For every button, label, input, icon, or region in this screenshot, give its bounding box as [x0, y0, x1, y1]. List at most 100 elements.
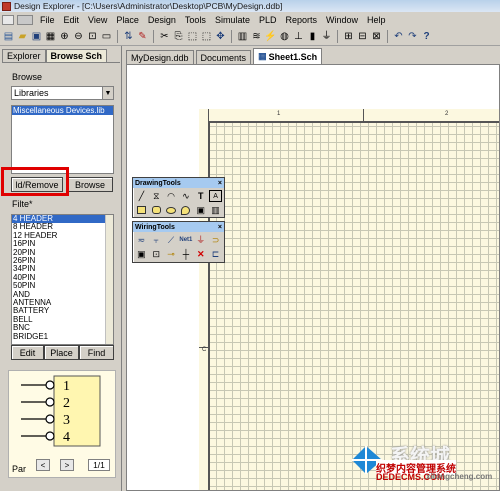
open-icon[interactable]: ▰: [16, 30, 29, 43]
pin-label: 2: [63, 396, 70, 411]
menu-pld[interactable]: PLD: [255, 14, 281, 26]
place-button[interactable]: Place: [44, 345, 79, 360]
toolbar-separator: [387, 30, 388, 43]
zoom-out-icon[interactable]: ⊖: [72, 30, 85, 43]
menu-reports[interactable]: Reports: [281, 14, 321, 26]
pin-label: 3: [63, 413, 70, 428]
palette-title-bar[interactable]: WiringTools ×: [133, 222, 224, 232]
menu-file[interactable]: File: [36, 14, 59, 26]
net-label-icon[interactable]: Net1: [179, 234, 192, 246]
tab-browse-sch[interactable]: Browse Sch: [45, 49, 108, 62]
menu-view[interactable]: View: [84, 14, 111, 26]
filter-value[interactable]: *: [29, 199, 33, 209]
cut-icon[interactable]: ✂: [158, 30, 171, 43]
component-icon[interactable]: ⊏: [209, 248, 222, 260]
up-down-hierarchy-icon[interactable]: ⇅: [122, 30, 135, 43]
digital-objects-icon[interactable]: ▮: [306, 30, 319, 43]
component-list[interactable]: 4 HEADER 8 HEADER 12 HEADER 16PIN 20PIN …: [11, 214, 114, 345]
line-icon[interactable]: ╱: [135, 190, 148, 202]
port-icon[interactable]: ⊃: [209, 234, 222, 246]
zoom-fit-icon[interactable]: ⊡: [86, 30, 99, 43]
array-icon[interactable]: ▥: [209, 204, 222, 216]
rectangle-icon[interactable]: [135, 204, 148, 216]
menu-help[interactable]: Help: [363, 14, 390, 26]
list-scrollbar[interactable]: [105, 215, 113, 344]
power-port-icon[interactable]: ⊸: [165, 248, 178, 260]
zone-label: 1: [277, 111, 281, 117]
tab-documents[interactable]: Documents: [195, 50, 252, 64]
no-erc-icon[interactable]: ✕: [194, 248, 207, 260]
zoom-in-icon[interactable]: ⊕: [58, 30, 71, 43]
fit-document-icon[interactable]: ⊟: [356, 30, 369, 43]
doc-control-icon[interactable]: [2, 15, 14, 25]
polygon-icon[interactable]: ⧖: [150, 190, 163, 202]
pld-icon[interactable]: ◍: [278, 30, 291, 43]
cross-probe-icon[interactable]: ✎: [136, 30, 149, 43]
pie-icon[interactable]: [179, 204, 192, 216]
arrow-menu-icon[interactable]: [17, 15, 33, 25]
menu-simulate[interactable]: Simulate: [211, 14, 254, 26]
chevron-down-icon[interactable]: ▼: [102, 87, 113, 99]
wire-icon[interactable]: ≂: [135, 234, 148, 246]
wiring-tools-icon[interactable]: ≋: [250, 30, 263, 43]
bus-entry-icon[interactable]: ⟋: [165, 234, 178, 246]
sheet-entry-icon[interactable]: ⊡: [150, 248, 163, 260]
arc-icon[interactable]: ◠: [165, 190, 178, 202]
select-area-icon[interactable]: ⬚: [186, 30, 199, 43]
save-icon[interactable]: ▣: [30, 30, 43, 43]
menu-design[interactable]: Design: [144, 14, 180, 26]
zoom-area-icon[interactable]: ⊠: [370, 30, 383, 43]
text-frame-icon[interactable]: A: [209, 190, 222, 202]
sheet-icon[interactable]: ▭: [100, 30, 113, 43]
menu-window[interactable]: Window: [322, 14, 362, 26]
drawing-tools-icon[interactable]: ▥: [236, 30, 249, 43]
ground-icon[interactable]: ⏚: [194, 234, 207, 246]
browse-type-select[interactable]: Libraries ▼: [11, 86, 114, 100]
sheet-symbol-icon[interactable]: ▣: [135, 248, 148, 260]
graphic-icon[interactable]: ▣: [194, 204, 207, 216]
tab-label: Sheet1.Sch: [268, 51, 318, 62]
tab-sheet1[interactable]: ▦ Sheet1.Sch: [253, 48, 323, 64]
list-item[interactable]: BRIDGE1: [12, 332, 113, 341]
schematic-canvas[interactable]: 1 2 C: [126, 64, 500, 491]
library-list[interactable]: Miscellaneous Devices.lib: [11, 105, 114, 174]
menu-place[interactable]: Place: [112, 14, 143, 26]
junction-icon[interactable]: ┼: [179, 248, 192, 260]
highlight-box: [1, 167, 69, 196]
redo-icon[interactable]: ↷: [406, 30, 419, 43]
app-icon: [2, 1, 11, 11]
part-page-indicator: 1/1: [88, 459, 110, 471]
paste-icon[interactable]: ⎘: [172, 30, 185, 43]
tab-mydesign[interactable]: MyDesign.ddb: [126, 50, 194, 64]
find-button[interactable]: Find: [79, 345, 114, 360]
move-icon[interactable]: ✥: [214, 30, 227, 43]
close-icon[interactable]: ×: [218, 224, 224, 231]
menu-tools[interactable]: Tools: [181, 14, 210, 26]
browse-button[interactable]: Browse: [67, 177, 113, 192]
ellipse-icon[interactable]: [165, 204, 178, 216]
pld-toolbar-icon[interactable]: ⊞: [342, 30, 355, 43]
print-icon[interactable]: ▦: [44, 30, 57, 43]
deselect-icon[interactable]: ⬚: [200, 30, 213, 43]
filter-label: Filte*: [12, 199, 33, 209]
text-icon[interactable]: T: [194, 190, 207, 202]
simulate-icon[interactable]: ⚡: [264, 30, 277, 43]
help-icon[interactable]: ?: [420, 30, 433, 43]
power-objects-icon[interactable]: ⊥: [292, 30, 305, 43]
prev-part-button[interactable]: <: [36, 459, 50, 471]
bus-icon[interactable]: ⫟: [150, 234, 163, 246]
simulation-sources-icon[interactable]: ⏚: [320, 30, 333, 43]
menu-edit[interactable]: Edit: [60, 14, 84, 26]
palette-title: WiringTools: [135, 223, 175, 231]
tab-explorer[interactable]: Explorer: [2, 49, 46, 62]
edit-button[interactable]: Edit: [11, 345, 44, 360]
undo-icon[interactable]: ↶: [392, 30, 405, 43]
next-part-button[interactable]: >: [60, 459, 74, 471]
palette-title-bar[interactable]: DrawingTools ×: [133, 178, 224, 188]
bezier-icon[interactable]: ∿: [179, 190, 192, 202]
title-bar: Design Explorer - [C:\Users\Administrato…: [0, 0, 500, 12]
explorer-toggle-icon[interactable]: ▤: [2, 30, 15, 43]
library-item[interactable]: Miscellaneous Devices.lib: [12, 106, 113, 115]
close-icon[interactable]: ×: [218, 180, 224, 187]
rounded-rect-icon[interactable]: [150, 204, 163, 216]
